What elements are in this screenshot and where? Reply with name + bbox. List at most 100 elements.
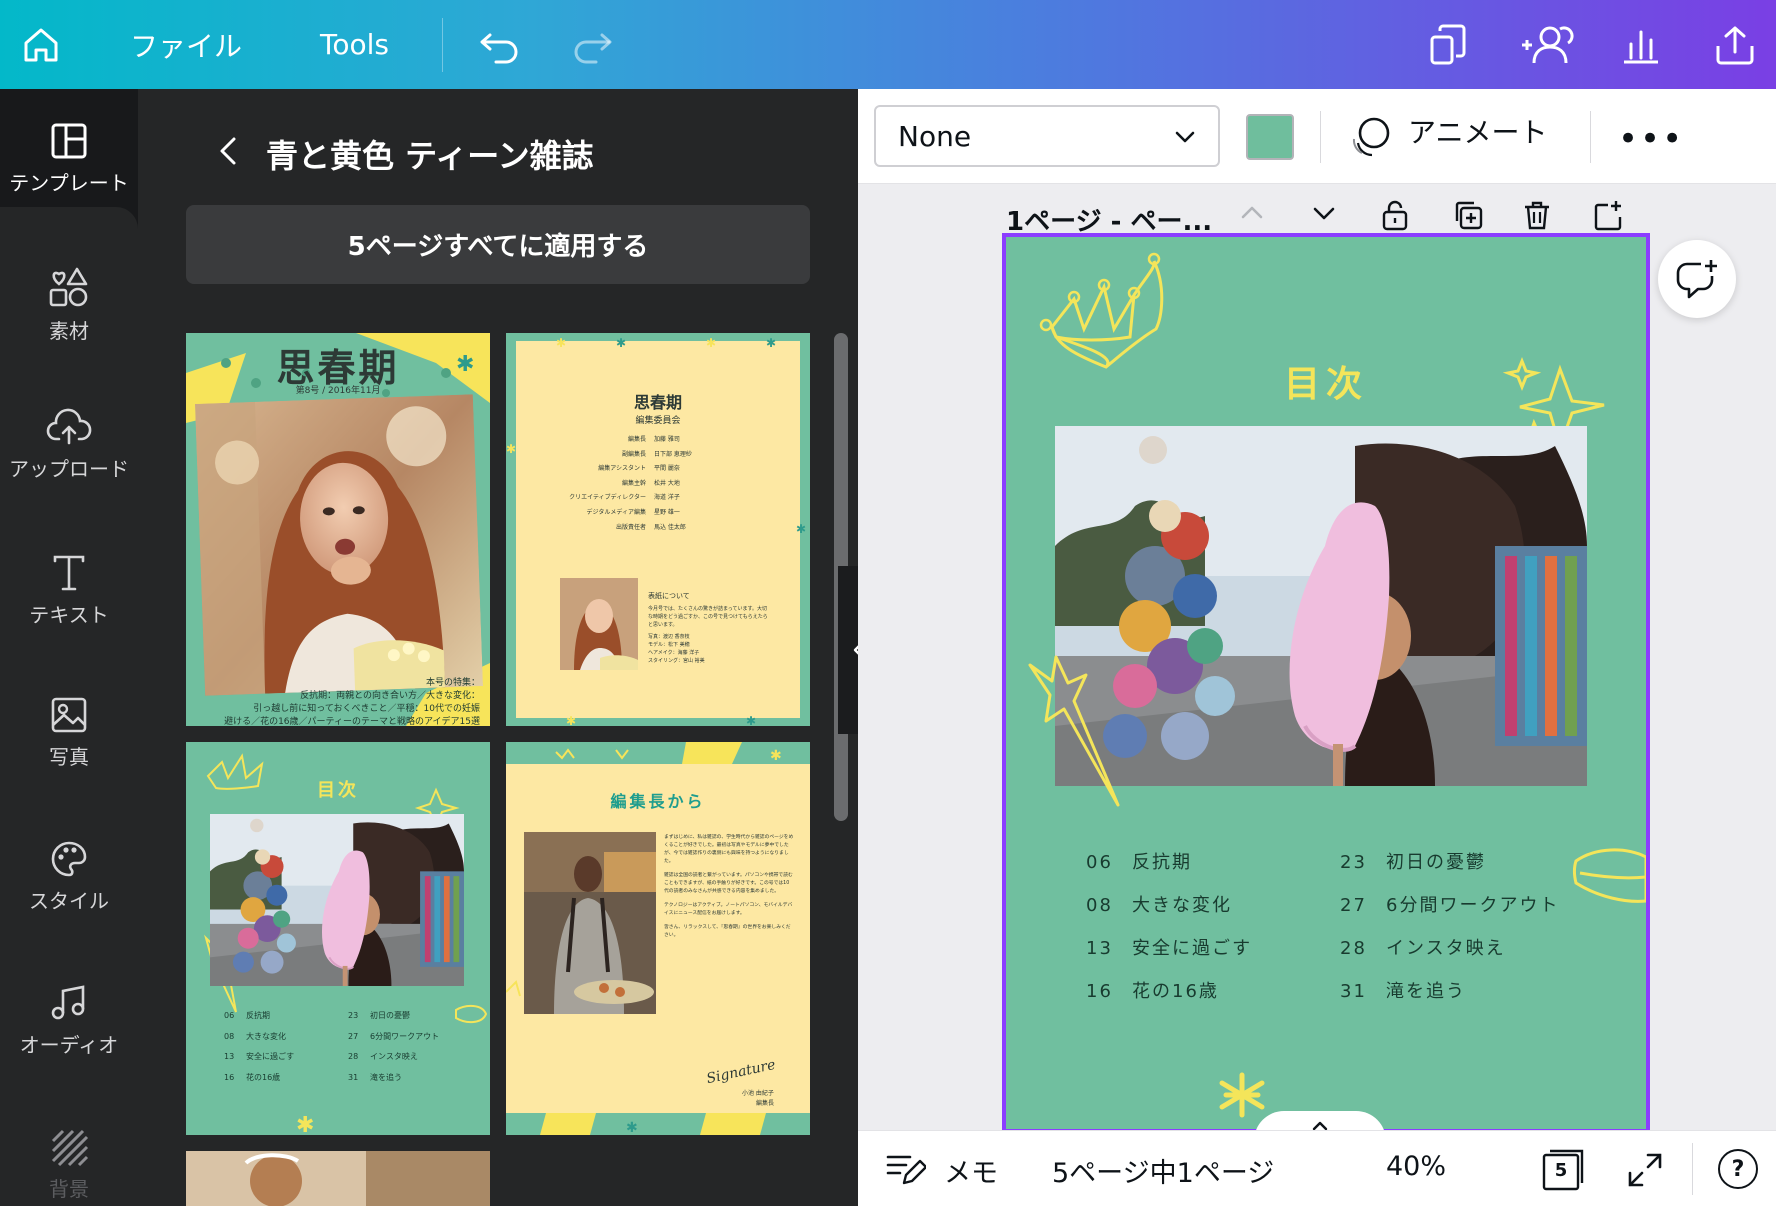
toc-text: 6分間ワークアウト xyxy=(1386,895,1560,916)
app-root: ファイル Tools テンプレート 素材 アップロード テキスト 写真 スタイル… xyxy=(0,0,1776,1206)
tools-menu[interactable]: Tools xyxy=(320,0,389,89)
toc-entry[interactable]: 27 6分間ワークアウト xyxy=(348,1027,439,1048)
toc-entry[interactable]: 23 初日の憂鬱 xyxy=(1340,841,1559,884)
insights-button[interactable] xyxy=(1620,0,1662,89)
staff-row: 副編集長 日下部 恵理紗 xyxy=(536,448,780,463)
page-indicator[interactable]: 5ページ中1ページ xyxy=(1052,1151,1274,1190)
cover-caption-line: 反抗期：両親との向き合い方／大きな変化： xyxy=(300,691,480,701)
share-upload-icon xyxy=(1716,26,1754,64)
rail-item-background[interactable]: 背景 xyxy=(0,1127,138,1202)
move-page-up-button[interactable] xyxy=(1238,199,1266,231)
color-swatch[interactable] xyxy=(1246,114,1294,160)
animate-button[interactable] xyxy=(1348,115,1392,163)
toc-text: インスタ映え xyxy=(370,1052,418,1061)
notes-label[interactable]: メモ xyxy=(944,1151,998,1190)
text-icon xyxy=(53,555,85,591)
toc-entry[interactable]: 06 反抗期 xyxy=(224,1006,294,1027)
duplicate-icon xyxy=(1455,201,1483,230)
staff-role: 編集アシスタント xyxy=(598,465,646,473)
masthead-photo xyxy=(560,578,638,670)
lock-page-button[interactable] xyxy=(1380,199,1410,235)
toolbar-divider xyxy=(1320,111,1321,163)
canvas-photo[interactable] xyxy=(1055,426,1587,786)
toc-text: 初日の憂鬱 xyxy=(370,1011,410,1020)
animate-icon xyxy=(1352,117,1390,157)
resize-icon xyxy=(1430,24,1466,64)
toc-text: 花の16歳 xyxy=(1132,981,1219,1002)
redo-icon xyxy=(574,33,612,63)
rail-item-elements[interactable]: 素材 xyxy=(0,265,138,344)
apply-all-button[interactable]: 5ページすべてに適用する xyxy=(186,205,810,284)
duplicate-page-button[interactable] xyxy=(1452,199,1484,235)
toc-number: 23 xyxy=(1340,852,1367,873)
toc-entry[interactable]: 08 大きな変化 xyxy=(1086,884,1252,927)
staff-row: 出版責任者 馬込 佳太郎 xyxy=(536,521,780,536)
file-menu[interactable]: ファイル xyxy=(130,0,242,89)
move-page-down-button[interactable] xyxy=(1310,199,1338,231)
rail-item-text[interactable]: テキスト xyxy=(0,553,138,628)
fullscreen-icon xyxy=(1628,1153,1662,1187)
rail-item-templates[interactable]: テンプレート xyxy=(0,121,138,196)
toc-entry[interactable]: 13 安全に過ごす xyxy=(224,1047,294,1068)
toc-entry[interactable]: 06 反抗期 xyxy=(1086,841,1252,884)
font-select[interactable]: None xyxy=(874,105,1220,167)
redo-button[interactable] xyxy=(570,0,614,89)
back-button[interactable] xyxy=(212,131,242,171)
toc-text: 滝を追う xyxy=(1386,981,1466,1002)
cover-about-text: 今月号では、たくさんの驚きが詰まっています。大切な時期をどう過ごすか、この号で見… xyxy=(648,606,768,628)
template-page-thumb-2[interactable]: ✱ ✱ ✱ ✱ ✱ ✱ ✱ ✱ 思春期 編集委員会 編集長 加藤 雅司 副編集長 日下部 恵理… xyxy=(506,333,810,726)
toc-number: 27 xyxy=(1340,895,1367,916)
zoom-level[interactable]: 40% xyxy=(1386,1151,1446,1182)
template-page-thumb-1[interactable]: ✱ ✱ 思春期 第8号 / 2016年11月 xyxy=(186,333,490,726)
toc-entry[interactable]: 28 インスタ映え xyxy=(348,1047,439,1068)
credit-line: ヘアメイク：海藤 洋子 xyxy=(648,650,700,656)
toc-entry[interactable]: 31 滝を追う xyxy=(1340,970,1559,1013)
share-upload-button[interactable] xyxy=(1714,0,1756,89)
toc-entry[interactable]: 28 インスタ映え xyxy=(1340,927,1559,970)
chevron-down-icon xyxy=(1175,131,1195,143)
template-page-thumb-4[interactable]: ✱ ✱ 編集長から まずはじめに、私は雑誌の、学生時代から雑誌のページをめくるこ… xyxy=(506,742,810,1135)
mini-toc-right: 23 初日の憂鬱 27 6分間ワークアウト 28 インスタ映え 31 滝を追う xyxy=(348,1006,439,1088)
notes-button[interactable] xyxy=(886,1151,928,1191)
toc-entry[interactable]: 16 花の16歳 xyxy=(224,1068,294,1089)
rail-item-audio[interactable]: オーディオ xyxy=(0,983,138,1058)
template-page-thumb-5[interactable] xyxy=(186,1151,490,1206)
staff-name: 馬込 佳太郎 xyxy=(654,523,686,531)
template-page-thumb-3[interactable]: ✱ 目次 06 反抗期 08 大きな変化 13 安全に過ごす 16 花の16歳 23 初日の憂鬱… xyxy=(186,742,490,1135)
toc-text: 反抗期 xyxy=(1132,852,1192,873)
home-button[interactable] xyxy=(20,0,62,89)
rail-item-styles[interactable]: スタイル xyxy=(0,839,138,914)
toc-entry[interactable]: 13 安全に過ごす xyxy=(1086,927,1252,970)
add-page-button[interactable] xyxy=(1592,199,1624,235)
animate-label[interactable]: アニメート xyxy=(1408,111,1547,151)
toc-entry[interactable]: 16 花の16歳 xyxy=(1086,970,1252,1013)
add-comment-button[interactable] xyxy=(1658,240,1736,318)
chevron-up-icon xyxy=(1241,206,1263,219)
svg-text:✱: ✱ xyxy=(296,1113,314,1135)
undo-button[interactable] xyxy=(478,0,522,89)
toc-entry[interactable]: 08 大きな変化 xyxy=(224,1027,294,1048)
toc-text: 滝を追う xyxy=(370,1072,402,1082)
toc-entry[interactable]: 27 6分間ワークアウト xyxy=(1340,884,1559,927)
resize-button[interactable] xyxy=(1428,0,1468,89)
rail-label: 背景 xyxy=(49,1177,89,1201)
canvas-title[interactable]: 目次 xyxy=(1006,355,1646,407)
toc-number: 08 xyxy=(1086,895,1113,916)
more-options-button[interactable]: ••• xyxy=(1618,119,1684,159)
help-button[interactable]: ? xyxy=(1718,1149,1758,1189)
fullscreen-button[interactable] xyxy=(1626,1151,1664,1193)
design-canvas[interactable]: 目次 06 反抗期 08 大きな変化 13 安全に過ごす 16 花の16歳 23 初日の憂鬱 27… xyxy=(1002,233,1650,1133)
toc-text: 安全に過ごす xyxy=(1132,938,1253,959)
toc-entry[interactable]: 31 滝を追う xyxy=(348,1068,439,1089)
home-icon xyxy=(24,28,58,61)
page-grid-button[interactable]: 5 xyxy=(1542,1149,1584,1191)
toc-entry[interactable]: 23 初日の憂鬱 xyxy=(348,1006,439,1027)
delete-page-button[interactable] xyxy=(1522,199,1552,235)
staff-name: 星野 雄一 xyxy=(654,508,680,516)
rail-item-uploads[interactable]: アップロード xyxy=(0,407,138,482)
toc-text: 花の16歳 xyxy=(246,1072,281,1082)
staff-role: 編集長 xyxy=(627,436,646,443)
rail-item-photos[interactable]: 写真 xyxy=(0,695,138,770)
cover-caption-line: 避ける／花の16歳／パーティーのテーマと戦略のアイデア15選 xyxy=(224,717,480,726)
share-people-button[interactable] xyxy=(1520,0,1574,89)
